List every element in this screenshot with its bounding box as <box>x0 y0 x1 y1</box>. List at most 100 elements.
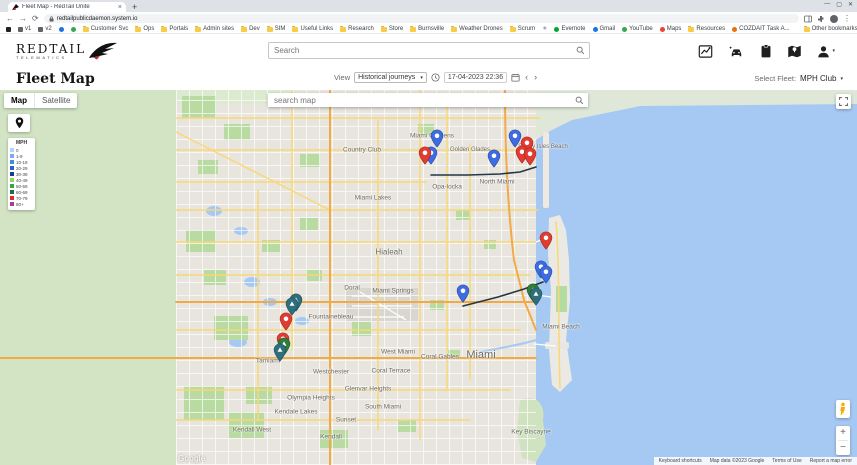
reload-icon[interactable]: ⟳ <box>32 15 39 23</box>
tab-close-icon[interactable]: × <box>118 4 122 11</box>
vehicle-pin-blue[interactable] <box>457 284 470 308</box>
bookmark-item[interactable]: Scrum <box>510 26 535 32</box>
forward-icon[interactable]: → <box>19 15 27 23</box>
bookmark-label: Dev <box>249 26 260 32</box>
legend-swatch <box>10 178 14 182</box>
bookmark-label: Scrum <box>518 26 535 32</box>
pegman-button[interactable] <box>836 400 850 418</box>
extensions-icon[interactable] <box>817 15 825 23</box>
user-icon <box>817 45 830 58</box>
bookmark-item[interactable]: Evernote <box>554 26 585 32</box>
vehicle-pin-red[interactable] <box>540 231 553 255</box>
zoom-in-button[interactable]: + <box>836 426 850 440</box>
bookmark-favicon <box>18 27 23 32</box>
bookmark-item[interactable]: ★ <box>542 26 547 32</box>
reports-button[interactable] <box>698 45 713 58</box>
redtail-logo[interactable]: REDTAIL TELEMATICS <box>16 41 118 61</box>
bookmark-item[interactable] <box>59 27 64 32</box>
bookmark-item[interactable]: Research <box>340 26 374 32</box>
window-control[interactable]: — <box>824 1 830 8</box>
bookmark-label: Ops <box>143 26 154 32</box>
zoom-out-button[interactable]: − <box>836 441 850 455</box>
browser-profile-avatar[interactable] <box>830 15 838 23</box>
bookmark-item[interactable]: Gmail <box>593 26 616 32</box>
bookmark-item[interactable]: Weather Drones <box>451 26 503 32</box>
window-control[interactable]: ▢ <box>836 1 842 8</box>
clipboard-icon <box>760 44 772 58</box>
bookmark-item[interactable]: Dev <box>241 26 260 32</box>
car-service-icon <box>728 45 745 58</box>
map-search-button[interactable] <box>570 93 588 107</box>
bookmark-favicon <box>6 27 11 32</box>
map-type-map-button[interactable]: Map <box>4 93 35 108</box>
fleet-label: Select Fleet: <box>754 74 796 83</box>
bookmark-item[interactable]: Admin sites <box>195 26 234 32</box>
bookmark-item[interactable]: COZDAIT Task A... <box>732 26 789 32</box>
side-panel-icon[interactable] <box>804 15 812 23</box>
vehicle-pin-blue[interactable] <box>488 149 501 173</box>
lock-icon <box>49 16 54 22</box>
bookmark-item[interactable]: SIM <box>267 26 286 32</box>
calendar-icon[interactable] <box>511 73 520 82</box>
bookmark-favicon <box>554 27 559 32</box>
app-header: REDTAIL TELEMATICS <box>0 34 857 68</box>
other-bookmarks[interactable]: Other bookmarks <box>804 26 857 32</box>
bookmark-item[interactable]: v2 <box>38 26 51 32</box>
bookmark-item[interactable]: YouTube <box>622 26 653 32</box>
attribution-item[interactable]: Report a map error <box>810 458 852 464</box>
view-select[interactable]: Historical journeys ▾ <box>354 72 427 83</box>
bookmark-item[interactable]: Useful Links <box>292 26 333 32</box>
chart-icon <box>698 45 713 58</box>
vehicle-pin-teal[interactable] <box>530 287 543 311</box>
bookmark-label: Store <box>389 26 403 32</box>
vehicle-pin-teal[interactable] <box>274 343 287 367</box>
global-search-input[interactable] <box>269 46 571 55</box>
star-icon: ★ <box>542 26 547 32</box>
vehicles-button[interactable] <box>728 45 745 58</box>
screen: Fleet Map - RedTail Unite × + —▢✕ ← → ⟳ … <box>0 0 857 465</box>
fleet-map-canvas[interactable]: Miami GardensCountry ClubGolden GladesSu… <box>0 90 857 465</box>
account-button[interactable]: ▾ <box>817 45 835 58</box>
address-bar[interactable]: redtailpublicdaemon.system.io <box>44 14 799 23</box>
kebab-menu-icon[interactable]: ⋮ <box>843 15 851 23</box>
google-logo: Google <box>178 454 206 463</box>
bookmark-item[interactable]: Burnsville <box>410 26 444 32</box>
bookmark-item[interactable]: Resources <box>688 26 725 32</box>
bookmark-item[interactable] <box>71 27 76 32</box>
window-control[interactable]: ✕ <box>848 1 853 8</box>
bookmark-item[interactable]: Store <box>381 26 403 32</box>
search-icon <box>575 96 584 105</box>
bookmark-item[interactable]: Ops <box>135 26 154 32</box>
fleet-selector: Select Fleet: MPH Club ▾ <box>754 74 843 83</box>
folder-icon <box>161 27 167 32</box>
folder-icon <box>241 27 247 32</box>
datetime-field[interactable]: 17-04-2023 22:36 <box>444 72 507 83</box>
pin-filter-button[interactable] <box>8 114 30 132</box>
bookmark-item[interactable]: Maps <box>660 26 682 32</box>
fleet-dropdown[interactable]: MPH Club ▾ <box>800 74 843 83</box>
window-controls[interactable]: — ▢ ✕ <box>824 1 853 8</box>
prev-journey-button[interactable]: ‹ <box>524 73 529 82</box>
global-search-button[interactable] <box>571 43 589 58</box>
legend-label: 70-79 <box>16 196 28 201</box>
vehicle-pin-red[interactable] <box>524 147 537 171</box>
bookmark-item[interactable]: Portals <box>161 26 188 32</box>
bookmark-item[interactable] <box>6 27 11 32</box>
attribution-item[interactable]: Keyboard shortcuts <box>659 458 702 464</box>
tasks-button[interactable] <box>760 44 772 58</box>
attribution-item[interactable]: Terms of Use <box>772 458 801 464</box>
fleet-map-button[interactable] <box>787 44 802 58</box>
fullscreen-button[interactable] <box>836 94 851 109</box>
folder-icon <box>135 27 141 32</box>
vehicle-pin-red[interactable] <box>419 146 432 170</box>
new-tab-button[interactable]: + <box>132 2 137 12</box>
vehicle-pin-blue[interactable] <box>540 265 553 289</box>
browser-tab[interactable]: Fleet Map - RedTail Unite × <box>8 2 126 12</box>
next-journey-button[interactable]: › <box>533 73 538 82</box>
map-search-input[interactable] <box>268 96 570 105</box>
pin-icon <box>15 117 24 129</box>
map-type-satellite-button[interactable]: Satellite <box>35 93 77 108</box>
bookmark-item[interactable]: Customer Svc <box>83 26 129 32</box>
back-icon[interactable]: ← <box>6 15 14 23</box>
bookmark-item[interactable]: v1 <box>18 26 31 32</box>
